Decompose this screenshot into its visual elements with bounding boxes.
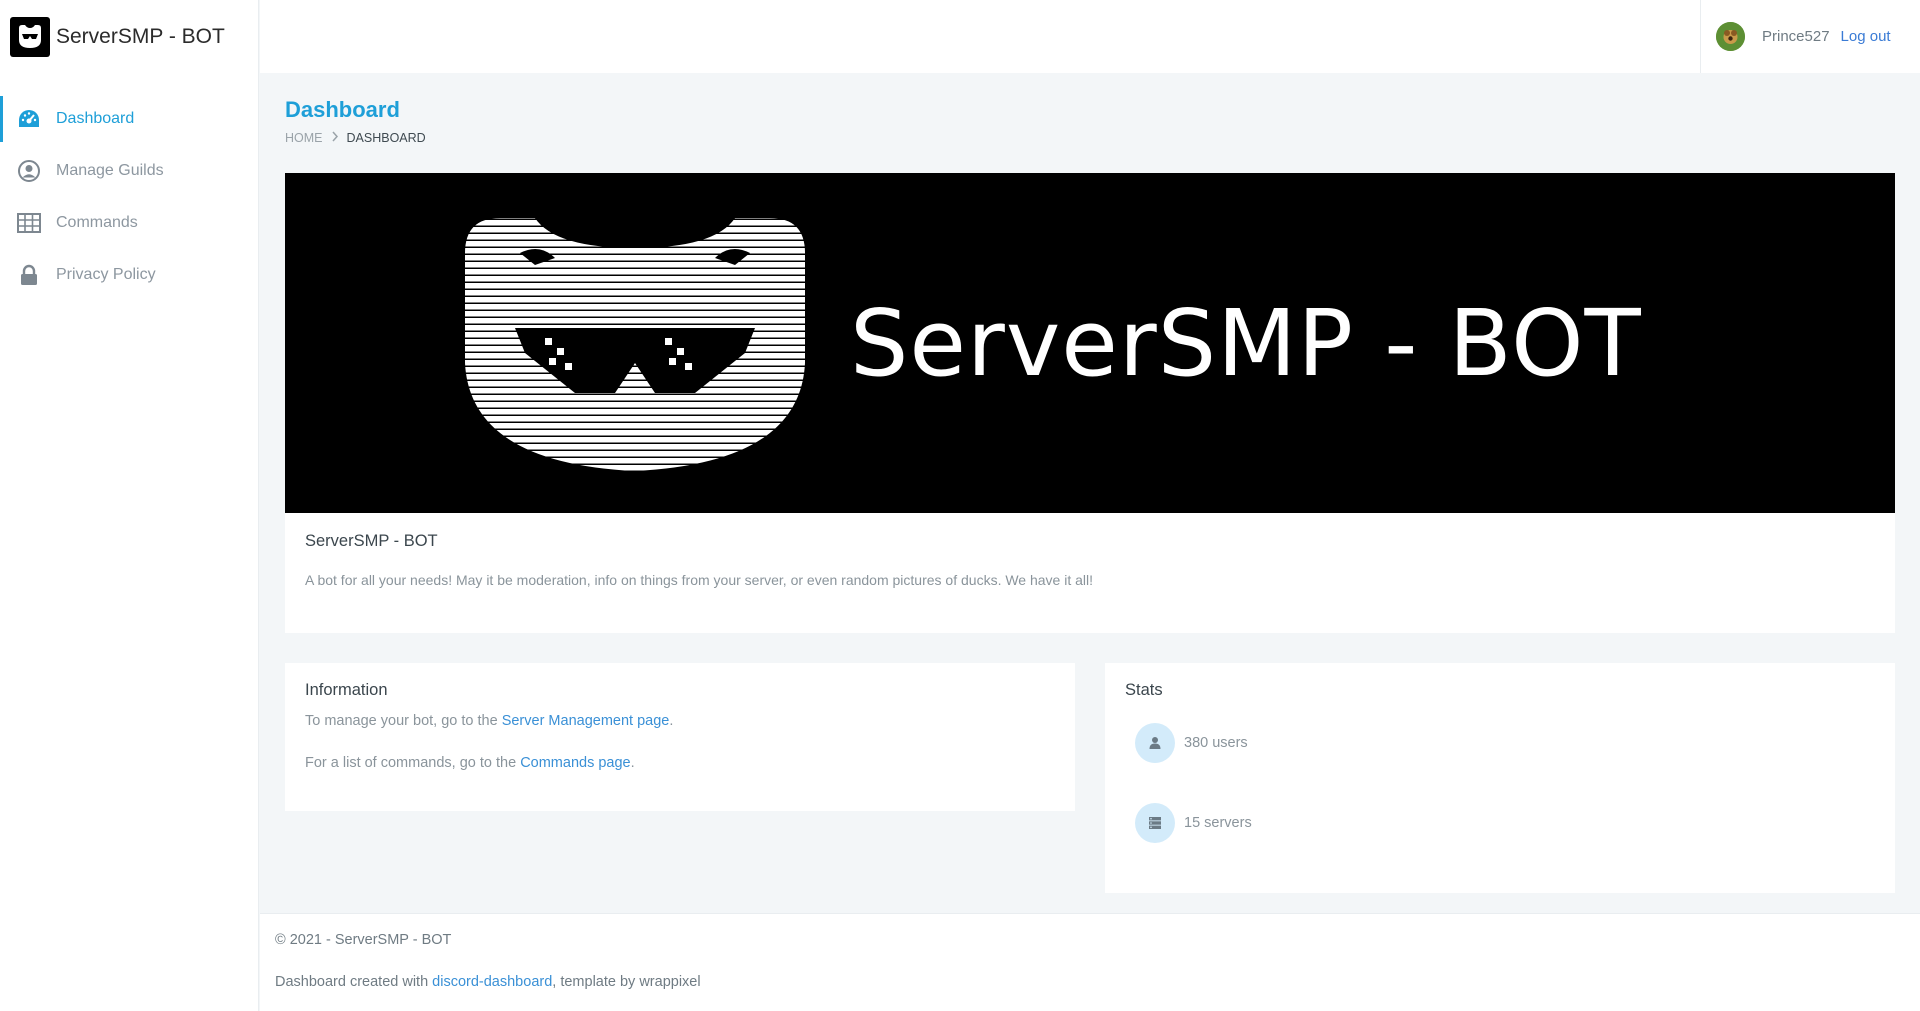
footer: © 2021 - ServerSMP - BOT Dashboard creat… [260,913,1920,1011]
footer-credit-text: , template by wrappixel [552,974,701,990]
bot-banner-card: ServerSMP - BOT ServerSMP - BOT A bot fo… [285,173,1895,633]
brand[interactable]: ServerSMP - BOT [0,0,258,73]
information-text: . [669,713,674,729]
breadcrumb-home[interactable]: HOME [285,131,323,145]
sidebar-item-dashboard[interactable]: Dashboard [0,93,258,145]
information-line-commands: For a list of commands, go to the Comman… [305,755,635,771]
information-card: Information To manage your bot, go to th… [285,663,1075,811]
information-line-manage: To manage your bot, go to the Server Man… [305,713,673,729]
bot-mascot-logo-icon [465,218,805,471]
stats-title: Stats [1125,681,1163,699]
user-menu: Prince527 Log out [1700,0,1920,73]
footer-credit: Dashboard created with discord-dashboard… [275,974,701,990]
banner-card-description: A bot for all your needs! May it be mode… [305,572,1094,588]
table-icon [16,210,42,236]
breadcrumb-current: DASHBOARD [346,131,426,145]
information-text: For a list of commands, go to the [305,755,521,771]
topbar: Prince527 Log out [260,0,1920,73]
stat-servers-label: 15 servers [1184,815,1252,831]
chevron-right-icon [331,131,339,145]
main-content: Dashboard HOME DASHBOARD ServerSMP - BOT… [260,73,1920,913]
discord-dashboard-link[interactable]: discord-dashboard [432,974,552,990]
stat-users-label: 380 users [1184,735,1248,751]
bot-banner: ServerSMP - BOT [285,173,1895,513]
sidebar-item-commands[interactable]: Commands [0,197,258,249]
username: Prince527 [1762,28,1830,45]
user-circle-icon [16,158,42,184]
sidebar-item-label: Privacy Policy [56,266,156,283]
sidebar-nav: Dashboard Manage Guilds Commands Privacy… [0,93,258,301]
dashboard-gauge-icon [16,106,42,132]
banner-text: ServerSMP - BOT [850,289,1642,397]
brand-name: ServerSMP - BOT [56,24,225,48]
stat-servers: 15 servers [1135,803,1252,843]
user-icon [1135,723,1175,763]
server-icon [1135,803,1175,843]
sidebar-item-label: Manage Guilds [56,162,164,179]
sidebar: ServerSMP - BOT Dashboard Manage Guilds … [0,0,259,1011]
logout-link[interactable]: Log out [1841,28,1891,45]
sidebar-item-privacy-policy[interactable]: Privacy Policy [0,249,258,301]
avatar[interactable] [1716,22,1745,51]
information-text: To manage your bot, go to the [305,713,502,729]
sidebar-item-manage-guilds[interactable]: Manage Guilds [0,145,258,197]
banner-card-title: ServerSMP - BOT [305,532,438,550]
footer-copyright: © 2021 - ServerSMP - BOT [275,932,452,948]
bot-logo-icon [10,16,50,57]
information-title: Information [305,681,388,699]
sidebar-item-label: Dashboard [56,110,135,127]
footer-credit-text: Dashboard created with [275,974,433,990]
stats-card: Stats 380 users 15 servers [1105,663,1895,893]
stat-users: 380 users [1135,723,1248,763]
server-management-link[interactable]: Server Management page [502,713,670,729]
breadcrumb: HOME DASHBOARD [285,131,426,145]
sidebar-item-label: Commands [56,214,138,231]
information-text: . [630,755,635,771]
lock-icon [16,262,42,288]
page-title: Dashboard [285,97,400,122]
commands-page-link[interactable]: Commands page [520,755,630,771]
